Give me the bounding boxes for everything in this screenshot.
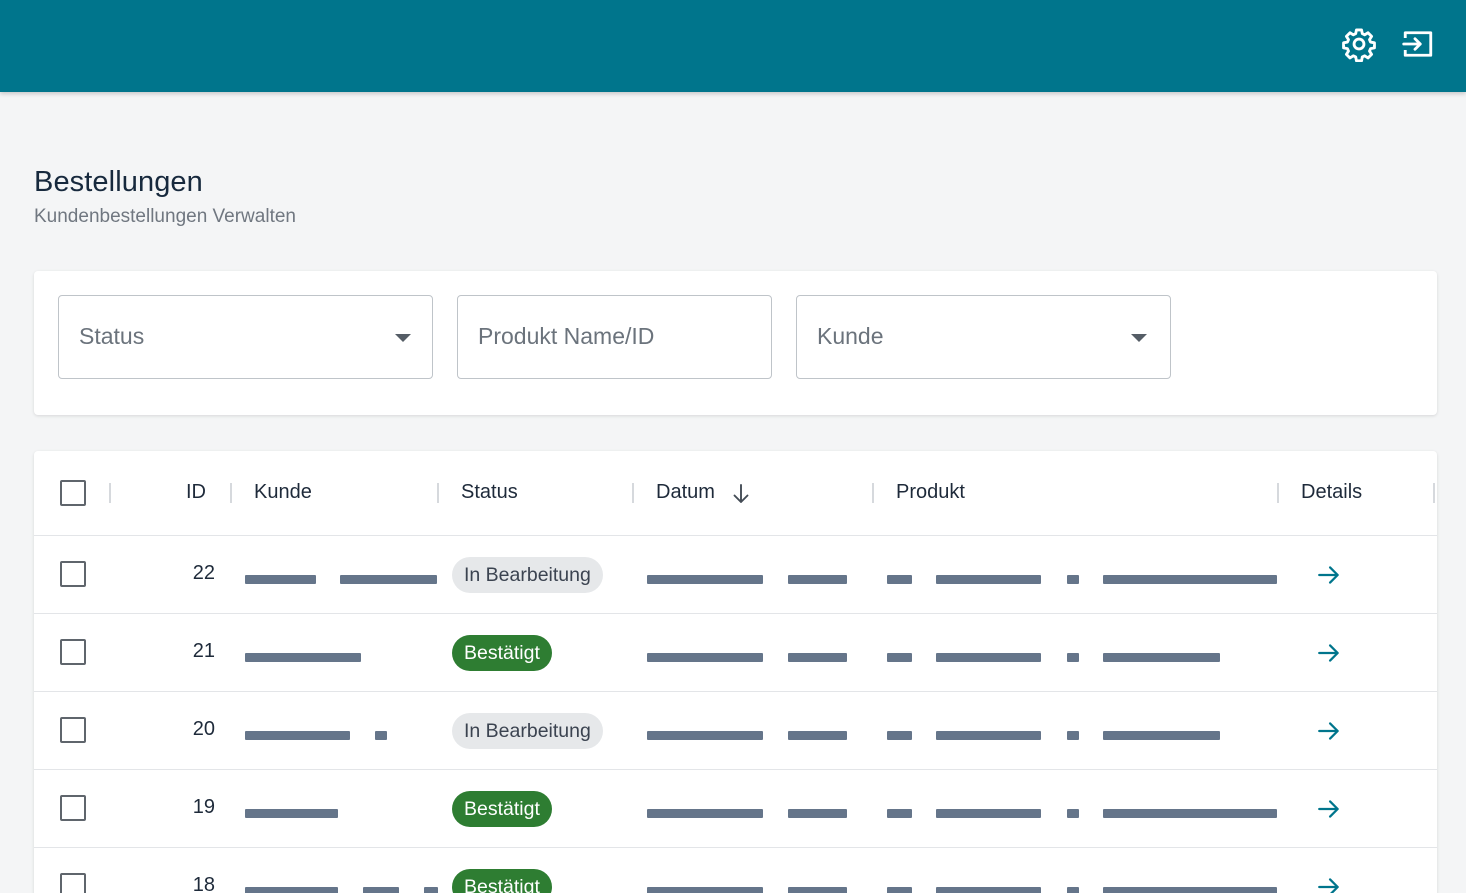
column-header-product[interactable]: Produkt	[896, 481, 965, 504]
product-redacted	[936, 809, 1041, 818]
date-redacted	[788, 653, 847, 662]
arrow-right-icon[interactable]	[1316, 640, 1342, 666]
filter-panel: Status Produkt Name/ID Kunde	[34, 271, 1437, 415]
customer-redacted	[363, 887, 399, 893]
page-title: Bestellungen	[34, 166, 203, 198]
column-divider	[872, 483, 874, 503]
product-redacted	[936, 653, 1041, 662]
date-redacted	[788, 575, 847, 584]
order-id: 22	[192, 562, 215, 584]
date-redacted	[647, 653, 763, 662]
select-all-checkbox[interactable]	[60, 480, 86, 506]
date-redacted	[788, 731, 847, 740]
product-search-placeholder: Produkt Name/ID	[478, 323, 655, 349]
table-row[interactable]: 18 Bestätigt	[34, 848, 1437, 893]
product-redacted	[1103, 731, 1220, 740]
logout-icon[interactable]	[1400, 26, 1436, 62]
row-checkbox[interactable]	[60, 873, 86, 893]
page-subtitle: Kundenbestellungen Verwalten	[34, 206, 296, 227]
customer-redacted	[375, 731, 387, 740]
row-checkbox[interactable]	[60, 561, 86, 587]
status-filter-select[interactable]: Status	[58, 295, 433, 379]
customer-redacted	[245, 809, 338, 818]
arrow-down-sort-icon[interactable]	[731, 483, 751, 505]
column-header-date[interactable]: Datum	[656, 481, 715, 504]
row-checkbox[interactable]	[60, 795, 86, 821]
product-redacted	[936, 731, 1041, 740]
chevron-down-icon	[1131, 334, 1147, 342]
date-redacted	[647, 731, 763, 740]
product-redacted	[887, 887, 912, 893]
product-redacted	[1067, 653, 1079, 662]
column-header-customer[interactable]: Kunde	[254, 481, 312, 504]
order-id: 18	[192, 874, 215, 893]
product-redacted	[1103, 887, 1277, 893]
customer-filter-placeholder: Kunde	[817, 323, 884, 349]
table-row[interactable]: 22 In Bearbeitung	[34, 536, 1437, 614]
product-redacted	[1103, 575, 1277, 584]
table-row[interactable]: 20 In Bearbeitung	[34, 692, 1437, 770]
chevron-down-icon	[395, 334, 411, 342]
row-checkbox[interactable]	[60, 717, 86, 743]
column-divider	[1277, 483, 1279, 503]
status-filter-placeholder: Status	[79, 323, 145, 349]
product-redacted	[1103, 809, 1277, 818]
column-divider	[437, 483, 439, 503]
status-badge: Bestätigt	[452, 869, 552, 893]
customer-redacted	[245, 575, 316, 584]
arrow-right-icon[interactable]	[1316, 874, 1342, 893]
top-app-bar	[0, 0, 1466, 92]
column-divider	[109, 483, 111, 503]
product-redacted	[936, 575, 1041, 584]
status-badge: Bestätigt	[452, 635, 552, 671]
orders-table: ID Kunde Status Datum Produkt Details 22…	[34, 451, 1437, 893]
customer-filter-select[interactable]: Kunde	[796, 295, 1171, 379]
date-redacted	[788, 809, 847, 818]
status-badge: In Bearbeitung	[452, 557, 603, 593]
customer-redacted	[245, 653, 361, 662]
column-header-status[interactable]: Status	[461, 481, 518, 504]
date-redacted	[647, 809, 763, 818]
product-redacted	[887, 731, 912, 740]
product-redacted	[1067, 731, 1079, 740]
table-header: ID Kunde Status Datum Produkt Details	[34, 451, 1437, 536]
product-redacted	[936, 887, 1041, 893]
product-redacted	[1067, 887, 1079, 893]
customer-redacted	[340, 575, 437, 584]
product-redacted	[887, 653, 912, 662]
column-divider	[1433, 483, 1435, 503]
customer-redacted	[245, 731, 350, 740]
gear-icon[interactable]	[1341, 26, 1377, 62]
order-id: 19	[192, 796, 215, 818]
product-search-input[interactable]: Produkt Name/ID	[457, 295, 772, 379]
product-redacted	[887, 809, 912, 818]
date-redacted	[788, 887, 847, 893]
product-redacted	[887, 575, 912, 584]
product-redacted	[1103, 653, 1220, 662]
arrow-right-icon[interactable]	[1316, 562, 1342, 588]
customer-redacted	[245, 887, 338, 893]
column-divider	[632, 483, 634, 503]
row-checkbox[interactable]	[60, 639, 86, 665]
product-redacted	[1067, 809, 1079, 818]
status-badge: In Bearbeitung	[452, 713, 603, 749]
customer-redacted	[424, 887, 438, 893]
arrow-right-icon[interactable]	[1316, 718, 1342, 744]
status-badge: Bestätigt	[452, 791, 552, 827]
product-redacted	[1067, 575, 1079, 584]
column-header-id[interactable]: ID	[186, 481, 206, 504]
column-header-details: Details	[1301, 481, 1363, 503]
order-id: 20	[192, 718, 215, 740]
column-divider	[230, 483, 232, 503]
arrow-right-icon[interactable]	[1316, 796, 1342, 822]
order-id: 21	[192, 640, 215, 662]
table-row[interactable]: 19 Bestätigt	[34, 770, 1437, 848]
table-row[interactable]: 21 Bestätigt	[34, 614, 1437, 692]
date-redacted	[647, 887, 763, 893]
date-redacted	[647, 575, 763, 584]
